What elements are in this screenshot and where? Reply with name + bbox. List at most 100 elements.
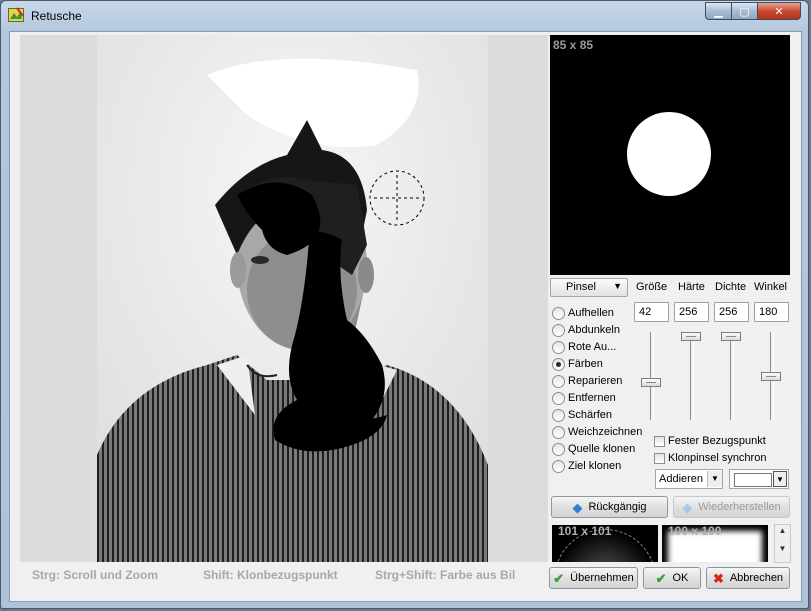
slider-haerte[interactable] xyxy=(681,332,701,341)
mode-radio[interactable] xyxy=(552,374,565,388)
mode-radio[interactable] xyxy=(552,323,565,337)
cross-icon: ✖ xyxy=(712,570,724,586)
checkmark-icon: ✔ xyxy=(553,570,565,586)
chevron-down-icon: ▼ xyxy=(707,471,722,487)
retusche-window: Retusche ▁ ▢ ✕ Strg: Scroll und Zoom Shi… xyxy=(0,0,809,609)
app-icon xyxy=(8,7,24,22)
fixed-ref-label: Fester Bezugspunkt xyxy=(668,435,766,447)
slider-groesse[interactable] xyxy=(641,378,661,388)
clone-sync-option[interactable]: Klonpinsel synchron xyxy=(654,451,766,465)
apply-button[interactable]: ✔ Übernehmen xyxy=(549,567,638,589)
fixed-ref-option[interactable]: Fester Bezugspunkt xyxy=(654,434,766,448)
slider-track-groesse xyxy=(650,332,654,420)
redo-icon: ◆ xyxy=(682,499,693,515)
mode-radio[interactable] xyxy=(552,408,565,422)
clone-sync-checkbox[interactable] xyxy=(654,452,665,464)
mode-label: Reparieren xyxy=(568,375,623,387)
chevron-down-icon: ▼ xyxy=(613,281,622,291)
mode-option[interactable]: Abdunkeln xyxy=(552,322,620,338)
retouch-canvas[interactable] xyxy=(20,35,548,562)
redo-button: ◆ Wiederherstellen xyxy=(673,496,790,518)
undo-label: Rückgängig xyxy=(588,501,647,513)
minimize-button[interactable]: ▁ xyxy=(705,2,731,20)
label-dichte: Dichte xyxy=(715,281,747,293)
scroll-up-icon[interactable]: ▲ xyxy=(775,526,790,535)
status-hint-scroll-zoom: Strg: Scroll und Zoom xyxy=(32,568,158,582)
cancel-label: Abbrechen xyxy=(729,572,784,584)
label-winkel: Winkel xyxy=(754,281,788,293)
slider-track-haerte xyxy=(690,332,694,420)
tool-select-value: Pinsel xyxy=(566,281,596,293)
apply-label: Übernehmen xyxy=(570,572,634,584)
mode-label: Quelle klonen xyxy=(568,443,636,455)
preset-size-label: 101 x 101 xyxy=(558,525,612,538)
ok-label: OK xyxy=(672,572,689,584)
minimize-icon: ▁ xyxy=(714,4,723,18)
clone-sync-label: Klonpinsel synchron xyxy=(668,452,767,464)
status-hint-clone-ref: Shift: Klonbezugspunkt xyxy=(203,568,338,582)
redo-label: Wiederherstellen xyxy=(698,501,781,513)
mode-option[interactable]: Quelle klonen xyxy=(552,441,635,457)
mode-radio[interactable] xyxy=(552,442,565,456)
preset-size-label: 100 x 100 xyxy=(668,525,722,538)
mode-option[interactable]: Färben xyxy=(552,356,603,372)
ok-button[interactable]: ✔ OK xyxy=(643,567,701,589)
window-controls: ▁ ▢ ✕ xyxy=(705,2,801,21)
portrait-photo xyxy=(97,35,488,562)
title-bar[interactable]: Retusche ▁ ▢ ✕ xyxy=(1,1,808,31)
mode-option[interactable]: Schärfen xyxy=(552,407,612,423)
mode-option[interactable]: Reparieren xyxy=(552,373,622,389)
slider-winkel[interactable] xyxy=(761,372,781,381)
mode-radio[interactable] xyxy=(552,306,565,320)
brush-preview: 85 x 85 xyxy=(550,35,790,275)
mode-option[interactable]: Rote Au... xyxy=(552,339,616,355)
brush-preset-1[interactable]: 101 x 101 xyxy=(552,525,658,562)
input-groesse[interactable]: 42 xyxy=(634,302,669,322)
input-winkel[interactable]: 180 xyxy=(754,302,789,322)
mode-option[interactable]: Aufhellen xyxy=(552,305,614,321)
blend-mode-select[interactable]: Addieren ▼ xyxy=(655,469,723,489)
mode-option[interactable]: Weichzeichnen xyxy=(552,424,642,440)
slider-track-dichte xyxy=(730,332,734,420)
mode-label: Weichzeichnen xyxy=(568,426,643,438)
mode-radio[interactable] xyxy=(552,391,565,405)
mode-label: Aufhellen xyxy=(568,307,614,319)
tool-select[interactable]: Pinsel ▼ xyxy=(550,278,628,297)
mode-option[interactable]: Ziel klonen xyxy=(552,458,621,474)
input-dichte[interactable]: 256 xyxy=(714,302,749,322)
window-title: Retusche xyxy=(31,9,82,23)
input-haerte[interactable]: 256 xyxy=(674,302,709,322)
close-icon: ✕ xyxy=(774,4,784,18)
mode-radio[interactable] xyxy=(552,425,565,439)
fixed-ref-checkbox[interactable] xyxy=(654,435,665,447)
preset-scrollbar[interactable]: ▲ ▼ xyxy=(774,524,791,563)
cancel-button[interactable]: ✖ Abbrechen xyxy=(706,567,790,589)
mode-label: Abdunkeln xyxy=(568,324,620,336)
color-select[interactable]: ▼ xyxy=(729,469,789,489)
status-hint-pick-color: Strg+Shift: Farbe aus Bil xyxy=(375,568,516,582)
chevron-down-icon: ▼ xyxy=(773,471,787,487)
brush-preset-2[interactable]: 100 x 100 xyxy=(662,525,768,562)
dialog-client: Strg: Scroll und Zoom Shift: Klonbezugsp… xyxy=(9,31,802,602)
preview-size-label: 85 x 85 xyxy=(553,38,594,52)
mode-label: Schärfen xyxy=(568,409,613,421)
brush-shape xyxy=(627,112,711,196)
color-swatch xyxy=(734,473,772,487)
scroll-down-icon[interactable]: ▼ xyxy=(775,544,790,553)
slider-dichte[interactable] xyxy=(721,332,741,341)
mode-radio[interactable] xyxy=(552,459,565,473)
photo-image[interactable] xyxy=(97,35,488,562)
mode-radio[interactable] xyxy=(552,340,565,354)
mode-option[interactable]: Entfernen xyxy=(552,390,616,406)
mode-label: Ziel klonen xyxy=(568,460,622,472)
blend-mode-value: Addieren xyxy=(659,473,704,485)
maximize-button[interactable]: ▢ xyxy=(731,2,757,20)
checkmark-icon: ✔ xyxy=(655,570,667,586)
mode-radio[interactable] xyxy=(552,357,565,371)
mode-label: Färben xyxy=(568,358,603,370)
undo-icon: ◆ xyxy=(572,499,583,515)
mode-label: Rote Au... xyxy=(568,341,617,353)
undo-button[interactable]: ◆ Rückgängig xyxy=(551,496,668,518)
close-button[interactable]: ✕ xyxy=(757,2,801,20)
mode-label: Entfernen xyxy=(568,392,616,404)
